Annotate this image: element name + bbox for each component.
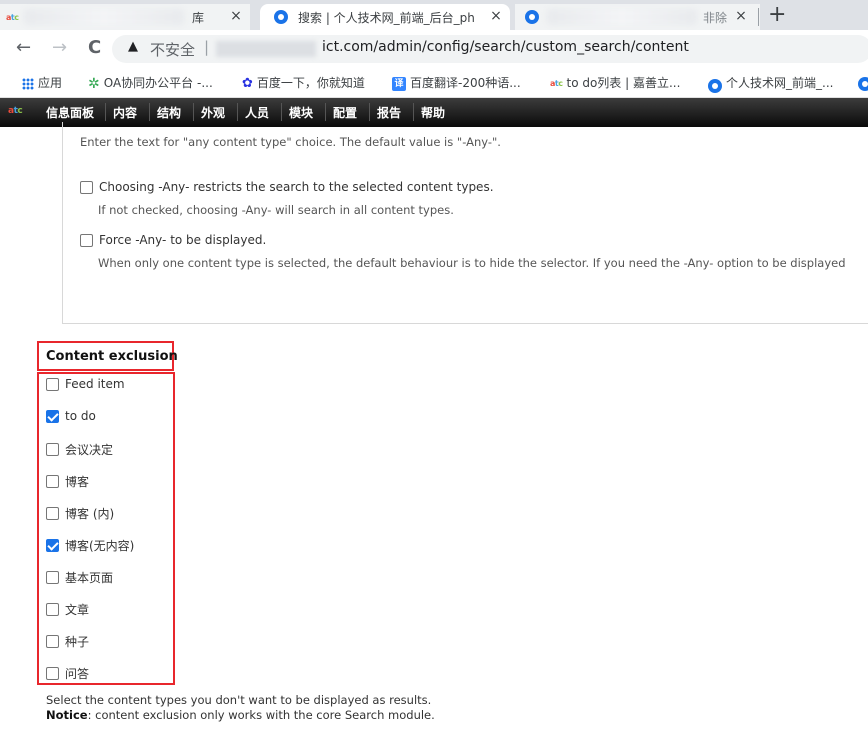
admin-menu-dashboard[interactable]: 信息面板 xyxy=(46,104,94,121)
admin-menu-help[interactable]: 帮助 xyxy=(421,104,445,121)
exclusion-label: 文章 xyxy=(65,603,90,617)
exclusion-label: Feed item xyxy=(65,377,125,391)
exclusion-checkbox[interactable] xyxy=(46,603,59,616)
warning-icon[interactable]: ▲ xyxy=(128,39,138,54)
force-any-label: Force -Any- to be displayed. xyxy=(99,233,267,247)
bookmark-apps[interactable]: 应用 xyxy=(22,74,62,91)
drupal-icon xyxy=(858,76,868,91)
exclusion-label: 种子 xyxy=(65,635,90,649)
security-status[interactable]: 不安全 xyxy=(150,39,195,60)
content-exclusion-title: Content exclusion xyxy=(46,349,178,364)
exclusion-checkbox[interactable] xyxy=(46,571,59,584)
drupal-icon xyxy=(708,78,722,93)
tab-title: 非除 xyxy=(703,11,728,25)
exclusion-checkbox[interactable] xyxy=(46,635,59,648)
baidu-paw-icon: ✿ xyxy=(242,76,253,91)
force-any-checkbox[interactable] xyxy=(80,233,93,247)
exclusion-checkbox[interactable] xyxy=(46,377,59,391)
url-text[interactable]: ict.com/admin/config/search/custom_searc… xyxy=(322,39,689,55)
restrict-any-option[interactable]: Choosing -Any- restricts the search to t… xyxy=(80,180,494,194)
force-any-description: When only one content type is selected, … xyxy=(98,256,846,270)
exclusion-label: 基本页面 xyxy=(65,571,114,585)
apps-icon xyxy=(22,77,34,90)
bookmark-personal-site[interactable]: 个人技术网_前端_... xyxy=(708,74,833,93)
tab-close-icon[interactable]: × xyxy=(228,8,244,24)
exclusion-checkbox[interactable] xyxy=(46,507,59,520)
fanyi-icon: 译 xyxy=(392,76,406,91)
exclusion-option[interactable]: 博客(无内容) xyxy=(46,537,134,554)
exclusion-label: to do xyxy=(65,409,96,423)
bookmark-todo[interactable]: atc to do列表 | 嘉善立... xyxy=(550,74,680,91)
site-logo-icon[interactable]: atc xyxy=(8,106,23,116)
browser-tab[interactable]: 非除 × xyxy=(515,4,760,30)
drupal-favicon-icon xyxy=(525,10,539,24)
browser-tab-strip: atc 库 × 搜索 | 个人技术网_前端_后台_ph × 非除 × + xyxy=(0,0,868,30)
exclusion-option[interactable]: 文章 xyxy=(46,601,89,618)
exclusion-checkbox[interactable] xyxy=(46,443,59,456)
exclusion-option[interactable]: 问答 xyxy=(46,665,89,682)
atc-icon: atc xyxy=(550,79,563,88)
oa-icon: ✲ xyxy=(88,75,100,92)
admin-menu-config[interactable]: 配置 xyxy=(333,104,357,121)
exclusion-option[interactable]: 博客 (内) xyxy=(46,505,114,522)
new-tab-button[interactable]: + xyxy=(768,2,786,27)
exclusion-label: 博客 (内) xyxy=(65,507,115,521)
forward-arrow-icon[interactable]: → xyxy=(52,37,67,58)
any-settings-fieldset xyxy=(62,122,868,324)
force-any-option[interactable]: Force -Any- to be displayed. xyxy=(80,233,266,247)
admin-menu-content[interactable]: 内容 xyxy=(113,104,137,121)
restrict-any-checkbox[interactable] xyxy=(80,180,93,194)
bookmark-fanyi[interactable]: 译百度翻译-200种语... xyxy=(392,74,521,91)
restrict-any-label: Choosing -Any- restricts the search to t… xyxy=(99,180,494,194)
exclusion-label: 博客 xyxy=(65,475,90,489)
tab-title: 搜索 | 个人技术网_前端_后台_ph xyxy=(298,11,475,25)
bookmarks-bar: 应用 ✲ OA协同办公平台 -... ✿ 百度一下，你就知道 译百度翻译-200种语… xyxy=(0,66,868,98)
exclusion-label: 问答 xyxy=(65,667,90,681)
exclusion-label: 博客(无内容) xyxy=(65,539,135,553)
bookmark-baidu[interactable]: ✿ 百度一下，你就知道 xyxy=(242,74,365,91)
omnibox-separator: | xyxy=(204,38,210,56)
exclusion-checkbox[interactable] xyxy=(46,475,59,488)
reload-icon[interactable]: C xyxy=(88,37,101,58)
tab-title: 库 xyxy=(192,11,205,25)
admin-menu-modules[interactable]: 模块 xyxy=(289,104,313,121)
notice-text: : content exclusion only works with the … xyxy=(87,708,435,722)
address-bar[interactable]: ▲ 不安全 | ict.com/admin/config/search/cust… xyxy=(112,35,868,63)
exclusion-label: 会议决定 xyxy=(65,443,114,457)
exclusion-checkbox[interactable] xyxy=(46,667,59,680)
browser-tab[interactable]: atc 库 × xyxy=(0,4,250,30)
exclusion-checkbox[interactable] xyxy=(46,539,59,552)
exclusion-option[interactable]: Feed item xyxy=(46,377,125,391)
bookmark-overflow[interactable] xyxy=(858,74,868,91)
restrict-any-description: If not checked, choosing -Any- will sear… xyxy=(98,203,454,217)
exclusion-option[interactable]: 会议决定 xyxy=(46,441,113,458)
atc-favicon-icon: atc xyxy=(6,13,19,22)
notice-label: Notice xyxy=(46,708,88,722)
exclusion-checkbox[interactable] xyxy=(46,409,59,423)
tab-close-icon[interactable]: × xyxy=(733,8,749,24)
exclusion-option[interactable]: 基本页面 xyxy=(46,569,113,586)
back-arrow-icon[interactable]: ← xyxy=(16,37,31,58)
drupal-favicon-icon xyxy=(274,10,288,24)
admin-menu-people[interactable]: 人员 xyxy=(245,104,269,121)
browser-toolbar: ← → C ▲ 不安全 | ict.com/admin/config/searc… xyxy=(0,30,868,66)
exclusion-help-text: Select the content types you don't want … xyxy=(46,693,432,707)
browser-tab-active[interactable]: 搜索 | 个人技术网_前端_后台_ph × xyxy=(260,4,510,30)
tab-close-icon[interactable]: × xyxy=(488,8,504,24)
admin-menu-structure[interactable]: 结构 xyxy=(157,104,181,121)
exclusion-option[interactable]: 种子 xyxy=(46,633,89,650)
exclusion-option[interactable]: 博客 xyxy=(46,473,89,490)
exclusion-option[interactable]: to do xyxy=(46,409,96,423)
admin-menu-appearance[interactable]: 外观 xyxy=(201,104,225,121)
any-text-description: Enter the text for "any content type" ch… xyxy=(80,135,501,149)
bookmark-oa[interactable]: ✲ OA协同办公平台 -... xyxy=(88,74,213,92)
admin-menu-reports[interactable]: 报告 xyxy=(377,104,401,121)
exclusion-notice: Notice: content exclusion only works wit… xyxy=(46,708,435,722)
